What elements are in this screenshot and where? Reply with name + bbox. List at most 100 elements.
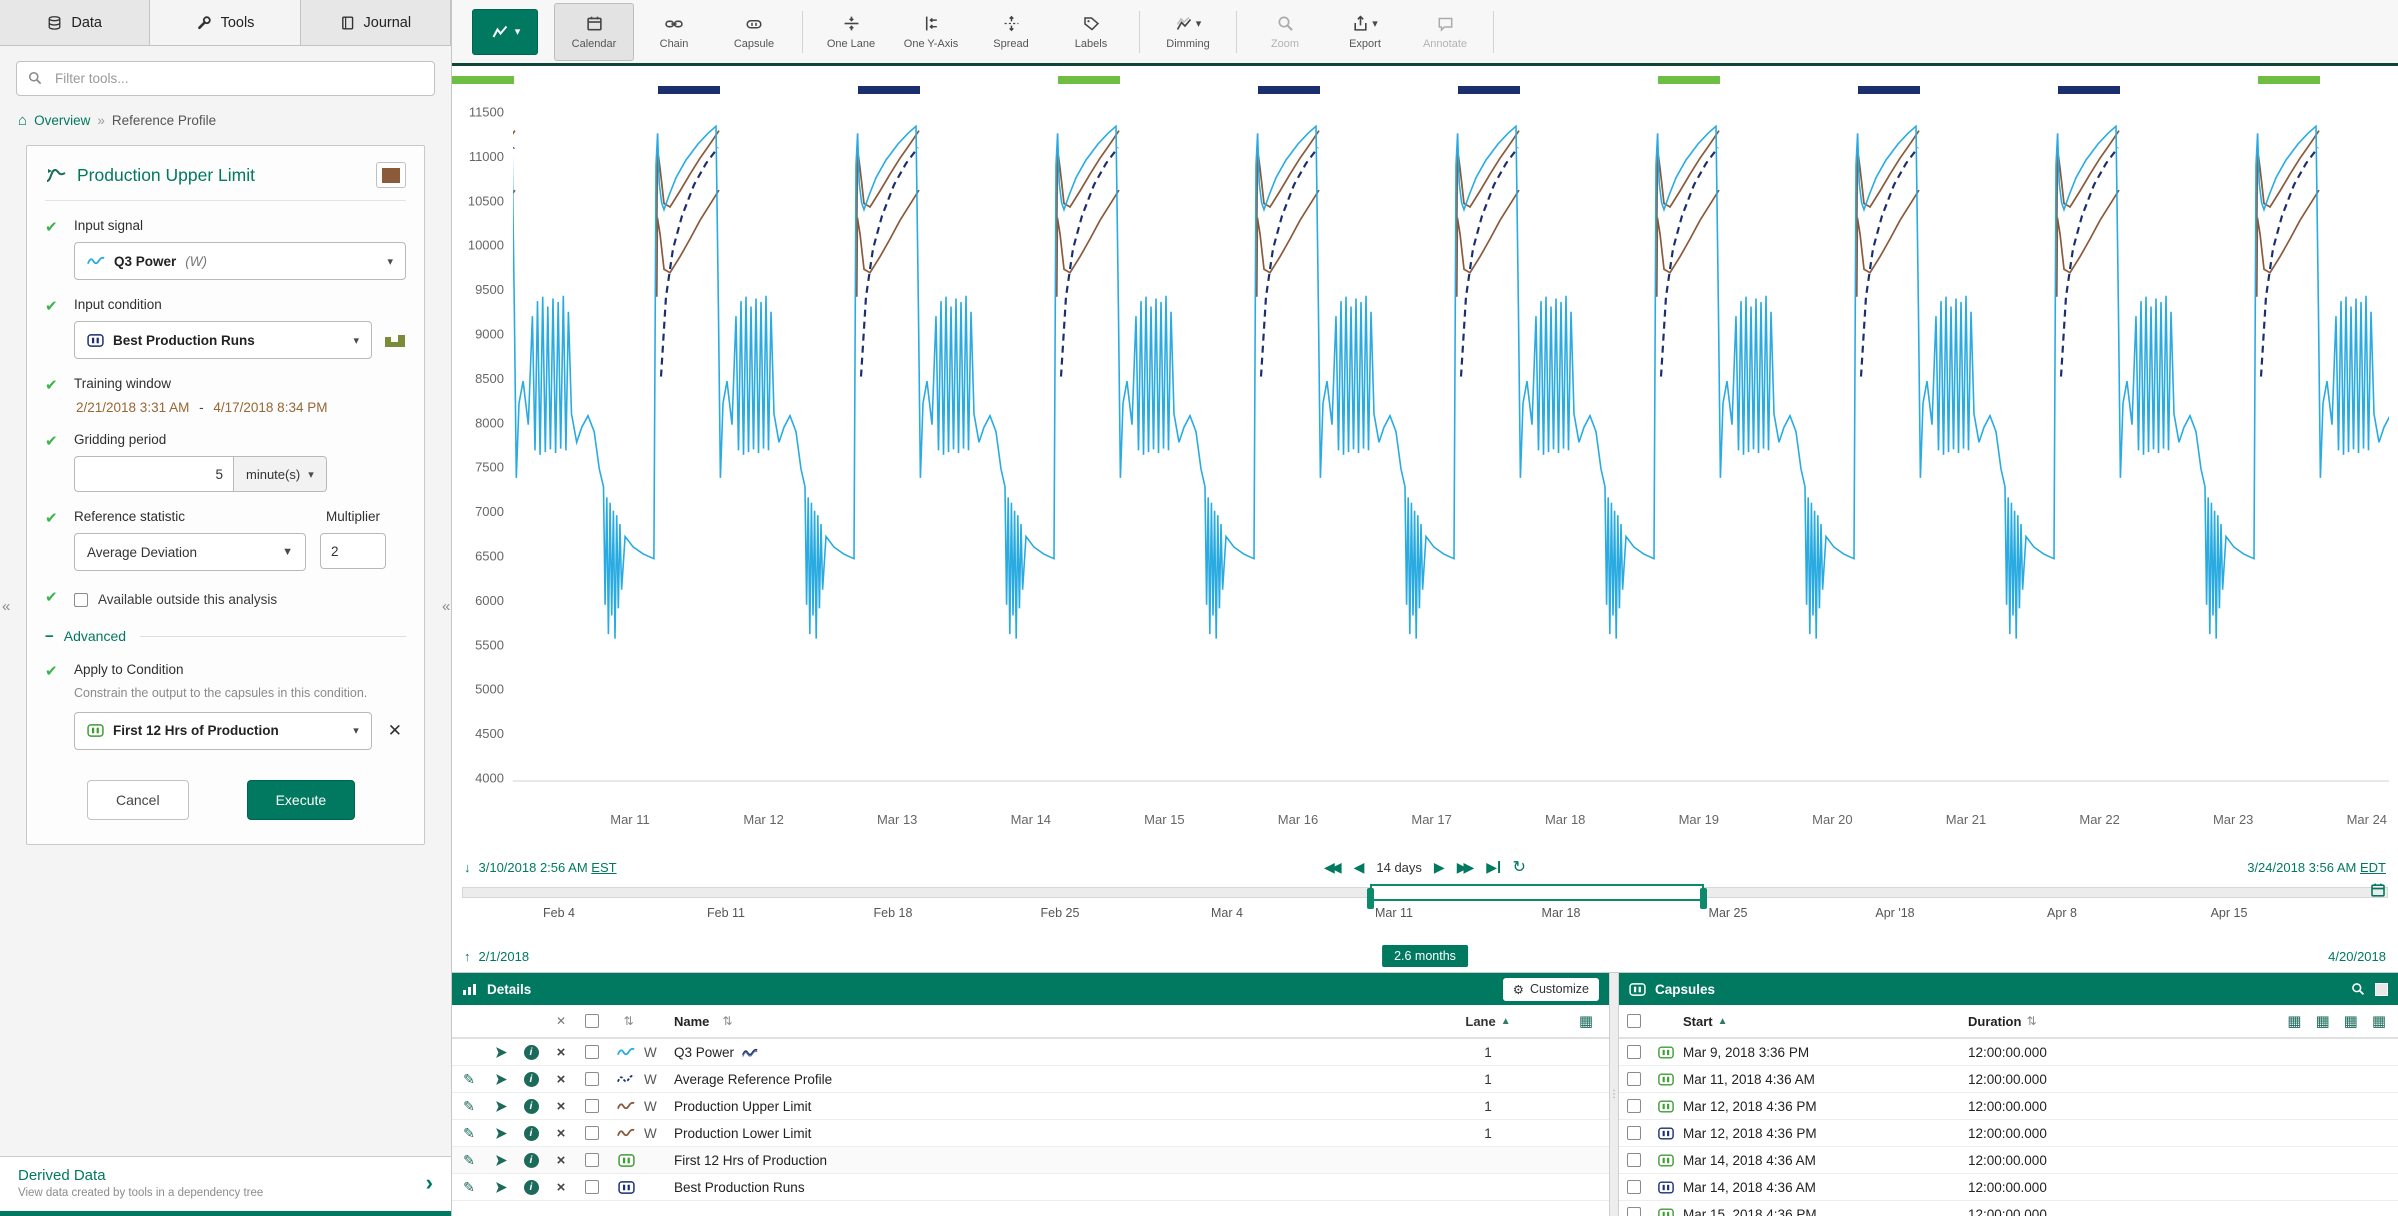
timeline-selected-range[interactable] xyxy=(1370,884,1704,901)
toolbar-zoom-button[interactable]: Zoom xyxy=(1245,3,1325,61)
cancel-button[interactable]: Cancel xyxy=(87,780,189,820)
derived-data-panel[interactable]: Derived Data View data created by tools … xyxy=(0,1156,451,1216)
details-row[interactable]: ✎ i × First 12 Hrs of Production xyxy=(452,1147,1609,1174)
edit-icon[interactable]: ✎ xyxy=(463,1152,475,1169)
properties-columns-icon[interactable]: ▦ xyxy=(2344,1012,2358,1030)
series-line[interactable] xyxy=(452,126,2397,638)
row-checkbox[interactable] xyxy=(1627,1072,1641,1086)
series-line[interactable] xyxy=(1657,190,1719,297)
sort-icon[interactable]: ⇅ xyxy=(2026,1014,2036,1028)
investigate-duration[interactable]: 2.6 months xyxy=(1382,945,1468,967)
step-back-fast-icon[interactable]: ◀◀ xyxy=(1324,859,1338,876)
series-line[interactable] xyxy=(1461,148,1518,377)
capsule-bar-green[interactable] xyxy=(1058,76,1120,84)
row-checkbox[interactable] xyxy=(585,1180,599,1194)
panel-splitter[interactable]: ⋮ xyxy=(1610,973,1619,1216)
series-line[interactable] xyxy=(657,190,719,297)
sort-type-icon[interactable]: ⇅ xyxy=(623,1014,633,1028)
view-mode-button[interactable]: ▾ xyxy=(472,9,538,55)
series-line[interactable] xyxy=(1861,148,1918,377)
capsule-bar-green[interactable] xyxy=(2258,76,2320,84)
details-row[interactable]: i × W Q3 Power 1 xyxy=(452,1039,1609,1066)
available-outside-checkbox[interactable] xyxy=(74,593,88,607)
trend-chart-area[interactable]: 1150011000105001000095009000850080007500… xyxy=(452,66,2398,854)
series-line[interactable] xyxy=(1057,131,1119,232)
row-checkbox[interactable] xyxy=(585,1099,599,1113)
toolbar-one-y-axis-button[interactable]: One Y-Axis xyxy=(891,3,971,61)
toolbar-chain-button[interactable]: Chain xyxy=(634,3,714,61)
series-line[interactable] xyxy=(857,131,919,232)
capsule-bar-navy[interactable] xyxy=(858,86,920,94)
row-checkbox[interactable] xyxy=(1627,1045,1641,1059)
tab-data[interactable]: Data xyxy=(0,0,150,45)
series-line[interactable] xyxy=(661,148,718,377)
remove-icon[interactable]: × xyxy=(557,1098,566,1115)
input-signal-select[interactable]: Q3 Power (W) ▾ xyxy=(74,242,406,280)
series-line[interactable] xyxy=(1857,190,1919,297)
capsule-row[interactable]: Mar 15, 2018 4:36 PM 12:00:00.000 xyxy=(1619,1201,2398,1216)
toolbar-capsule-button[interactable]: Capsule xyxy=(714,3,794,61)
toolbar-spread-button[interactable]: Spread xyxy=(971,3,1051,61)
send-to-trend-icon[interactable] xyxy=(495,1100,508,1113)
toolbar-labels-button[interactable]: Labels xyxy=(1051,3,1131,61)
item-name[interactable]: Production Upper Limit xyxy=(674,1099,811,1114)
refresh-icon[interactable]: ↻ xyxy=(1513,857,1526,877)
series-line[interactable] xyxy=(1057,190,1119,297)
send-to-trend-icon[interactable] xyxy=(495,1046,508,1059)
step-forward-icon[interactable]: ▶ xyxy=(1434,859,1445,876)
toolbar-export-button[interactable]: ▾ Export xyxy=(1325,3,1405,61)
search-icon[interactable] xyxy=(2351,982,2365,996)
metrics-columns-icon[interactable]: ▦ xyxy=(2315,1012,2329,1030)
series-line[interactable] xyxy=(2257,131,2319,232)
toolbar-dimming-button[interactable]: ▾ Dimming xyxy=(1148,3,1228,61)
capsule-bar-navy[interactable] xyxy=(1258,86,1320,94)
info-icon[interactable]: i xyxy=(524,1045,539,1060)
info-icon[interactable]: i xyxy=(524,1180,539,1195)
tab-tools[interactable]: Tools xyxy=(150,0,300,45)
series-line[interactable] xyxy=(2257,190,2319,297)
info-icon[interactable]: i xyxy=(524,1153,539,1168)
series-line[interactable] xyxy=(1857,131,1919,232)
remove-icon[interactable]: × xyxy=(557,1152,566,1169)
advanced-section-toggle[interactable]: − Advanced xyxy=(45,628,406,645)
gridding-unit-select[interactable]: minute(s) ▾ xyxy=(234,456,327,492)
capsule-bar-navy[interactable] xyxy=(1858,86,1920,94)
toolbar-calendar-button[interactable]: Calendar xyxy=(554,3,634,61)
add-column-icon[interactable]: ▦ xyxy=(2372,1012,2386,1030)
multiplier-input[interactable] xyxy=(320,533,386,569)
series-line[interactable] xyxy=(2057,131,2119,232)
trend-chart[interactable]: 1150011000105001000095009000850080007500… xyxy=(452,66,2397,854)
select-all-checkbox[interactable] xyxy=(1627,1014,1641,1028)
step-back-icon[interactable]: ◀ xyxy=(1354,859,1365,876)
capsule-bar-green[interactable] xyxy=(1658,76,1720,84)
search-input[interactable] xyxy=(16,61,435,96)
new-condition-icon[interactable] xyxy=(384,331,406,349)
capsule-row[interactable]: Mar 14, 2018 4:36 AM 12:00:00.000 xyxy=(1619,1174,2398,1201)
tab-journal[interactable]: Journal xyxy=(301,0,451,45)
investigate-end[interactable]: 4/20/2018 xyxy=(2328,949,2386,964)
toolbar-annotate-button[interactable]: Annotate xyxy=(1405,3,1485,61)
row-checkbox[interactable] xyxy=(1627,1207,1641,1216)
capsule-row[interactable]: Mar 12, 2018 4:36 PM 12:00:00.000 xyxy=(1619,1120,2398,1147)
step-to-end-icon[interactable]: ▶ xyxy=(1486,859,1500,876)
info-icon[interactable]: i xyxy=(524,1099,539,1114)
series-line[interactable] xyxy=(452,131,515,232)
training-end[interactable]: 4/17/2018 8:34 PM xyxy=(213,400,327,415)
series-line[interactable] xyxy=(2061,148,2118,377)
collapse-sidebar-handle[interactable]: « xyxy=(442,598,450,615)
row-checkbox[interactable] xyxy=(585,1153,599,1167)
reference-statistic-select[interactable]: Average Deviation ▼ xyxy=(74,533,306,571)
invest-start-arrow-icon[interactable]: ↑ xyxy=(464,949,471,964)
series-line[interactable] xyxy=(1061,148,1118,377)
timeline-scrubber[interactable]: Feb 4Feb 11Feb 18Feb 25Mar 4Mar 11Mar 18… xyxy=(452,880,2398,940)
send-to-trend-icon[interactable] xyxy=(495,1073,508,1086)
capsule-row[interactable]: Mar 9, 2018 3:36 PM 12:00:00.000 xyxy=(1619,1039,2398,1066)
details-row[interactable]: ✎ i × W Average Reference Profile 1 xyxy=(452,1066,1609,1093)
capsule-row[interactable]: Mar 14, 2018 4:36 AM 12:00:00.000 xyxy=(1619,1147,2398,1174)
home-icon[interactable]: ⌂ xyxy=(18,112,27,129)
remove-icon[interactable]: × xyxy=(557,1044,566,1061)
row-checkbox[interactable] xyxy=(585,1045,599,1059)
series-line[interactable] xyxy=(1257,190,1319,297)
duration-column-header[interactable]: Duration⇅ xyxy=(1968,1014,2188,1029)
row-checkbox[interactable] xyxy=(1627,1153,1641,1167)
